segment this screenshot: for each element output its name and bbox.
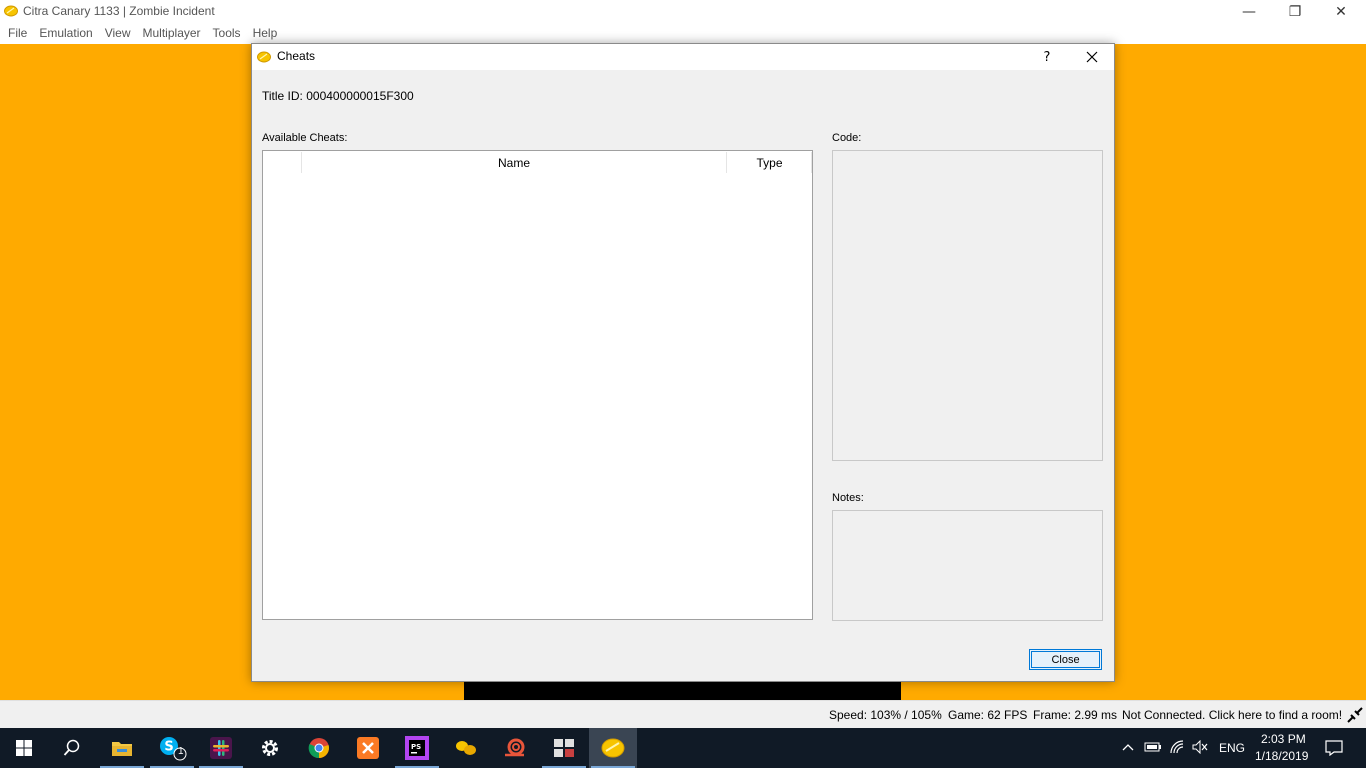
menu-help[interactable]: Help <box>245 24 278 44</box>
header-divider <box>811 152 812 173</box>
cheats-dialog: Cheats ? Title ID: 000400000015F300 Avai… <box>251 43 1115 682</box>
network-status-icon[interactable] <box>1346 706 1364 724</box>
header-name[interactable]: Name <box>302 151 726 174</box>
folder-icon <box>112 742 132 756</box>
taskbar-citra-canary[interactable] <box>589 728 637 768</box>
menu-file[interactable]: File <box>0 24 27 44</box>
windows-icon <box>16 740 32 756</box>
battery-icon[interactable] <box>1144 741 1162 753</box>
phpstorm-icon: PS <box>405 736 429 760</box>
citra-app-icon <box>601 738 625 758</box>
svg-text:S: S <box>164 740 173 755</box>
minimize-button[interactable]: — <box>1226 0 1272 24</box>
taskbar-skype[interactable]: S 1 <box>148 728 196 768</box>
clock-date[interactable]: 1/18/2019 <box>1255 749 1308 763</box>
taskbar-file-explorer[interactable] <box>98 728 146 768</box>
taskbar-xampp[interactable] <box>344 728 392 768</box>
citra-logo-icon <box>257 51 271 63</box>
snail-icon <box>505 738 525 757</box>
search-button[interactable] <box>48 728 96 768</box>
cheat-list[interactable]: Name Type <box>262 150 813 620</box>
close-button[interactable]: Close <box>1029 649 1102 670</box>
taskbar-slack[interactable] <box>197 728 245 768</box>
title-id-label: Title ID: 000400000015F300 <box>262 89 414 103</box>
start-button[interactable] <box>0 728 48 768</box>
search-icon <box>63 739 80 756</box>
volume-muted-icon[interactable] <box>1192 740 1208 754</box>
wifi-icon[interactable] <box>1170 740 1186 754</box>
status-game-fps: Game: 62 FPS <box>948 708 1028 722</box>
skype-badge-count: 1 <box>178 746 184 757</box>
app-grid-icon <box>554 739 574 757</box>
citra-logo-icon <box>4 5 18 17</box>
xampp-icon <box>357 737 379 759</box>
taskbar-citra-nightly[interactable] <box>442 728 490 768</box>
notes-textarea[interactable] <box>832 510 1103 621</box>
dialog-close-x-button[interactable] <box>1074 44 1110 70</box>
taskbar-app-grid[interactable] <box>540 728 588 768</box>
restore-button[interactable]: ❐ <box>1272 0 1318 24</box>
available-cheats-label: Available Cheats: <box>262 132 348 144</box>
notes-label: Notes: <box>832 492 864 504</box>
taskbar: S 1 PS ENG 2:03 PM 1/18/2019 <box>0 728 1366 768</box>
menu-multiplayer[interactable]: Multiplayer <box>135 24 201 44</box>
cheat-list-header: Name Type <box>263 151 812 174</box>
slack-icon <box>210 737 232 759</box>
input-language[interactable]: ENG <box>1219 741 1245 755</box>
chevron-up-icon[interactable] <box>1122 742 1134 752</box>
gear-icon <box>262 740 278 756</box>
menu-tools[interactable]: Tools <box>205 24 241 44</box>
header-checkbox-column[interactable] <box>263 151 301 174</box>
close-icon <box>1086 51 1098 63</box>
help-button[interactable]: ? <box>1032 44 1062 70</box>
menu-emulation[interactable]: Emulation <box>31 24 92 44</box>
chrome-icon <box>308 738 329 759</box>
menu-view[interactable]: View <box>97 24 131 44</box>
taskbar-settings[interactable] <box>246 728 294 768</box>
menubar: File Emulation View Multiplayer Tools He… <box>0 24 1366 44</box>
taskbar-phpstorm[interactable]: PS <box>393 728 441 768</box>
status-network[interactable]: Not Connected. Click here to find a room… <box>1122 708 1342 722</box>
code-label: Code: <box>832 132 862 144</box>
status-speed: Speed: 103% / 105% <box>829 708 942 722</box>
taskbar-snail-app[interactable] <box>491 728 539 768</box>
game-screen-edge <box>464 681 901 700</box>
code-textarea[interactable] <box>832 150 1103 461</box>
notifications-icon[interactable] <box>1325 740 1343 756</box>
status-frame-time: Frame: 2.99 ms <box>1033 708 1118 722</box>
header-type[interactable]: Type <box>727 151 812 174</box>
dialog-title: Cheats <box>277 49 316 63</box>
window-titlebar[interactable]: Citra Canary 1133 | Zombie Incident — ❐ … <box>0 0 1366 24</box>
citra-app-icon <box>456 741 476 755</box>
svg-text:PS: PS <box>411 743 421 751</box>
dialog-titlebar[interactable]: Cheats ? <box>252 44 1114 70</box>
taskbar-chrome[interactable] <box>295 728 343 768</box>
status-bar: Speed: 103% / 105% Game: 62 FPS Frame: 2… <box>0 700 1366 728</box>
window-title: Citra Canary 1133 | Zombie Incident <box>23 4 215 18</box>
close-window-button[interactable]: ✕ <box>1318 0 1364 24</box>
clock-time[interactable]: 2:03 PM <box>1261 732 1306 746</box>
